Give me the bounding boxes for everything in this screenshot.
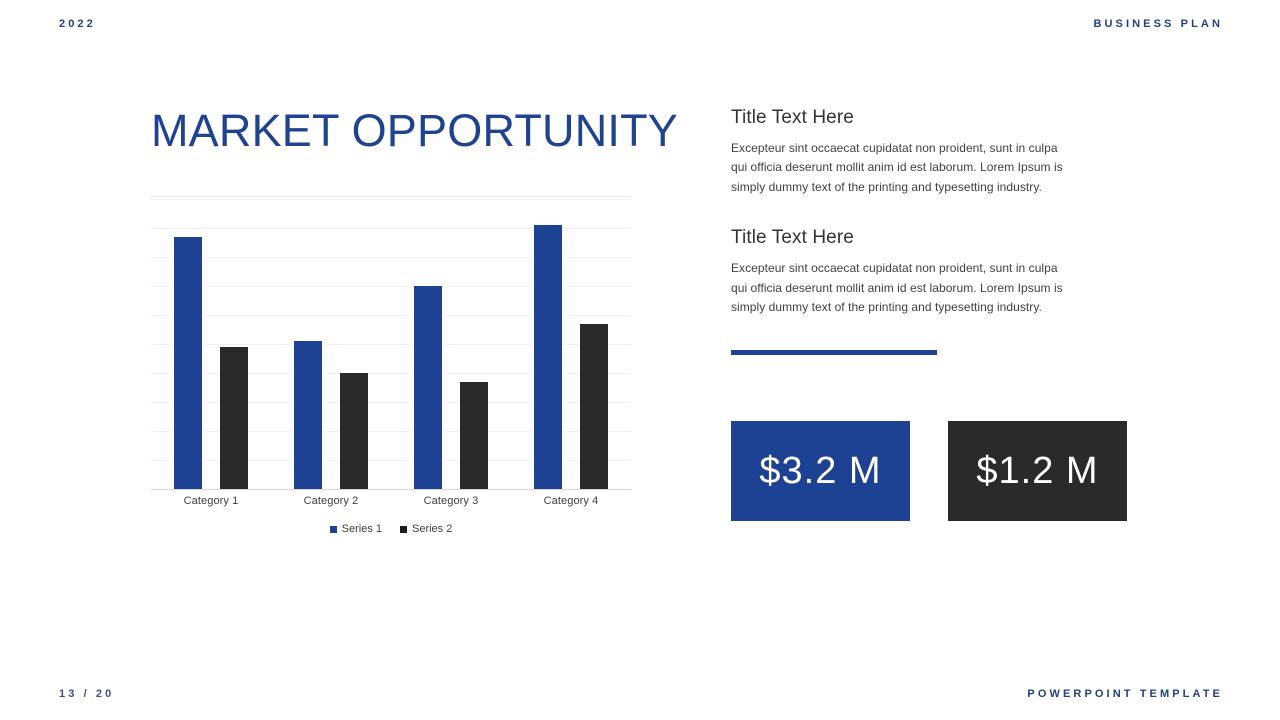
bar-2 <box>220 346 248 489</box>
stat-box: $3.2 M <box>731 421 910 521</box>
content-block-1: Title Text Here Excepteur sint occaecat … <box>731 107 1081 197</box>
legend-item: Series 2 <box>400 523 452 535</box>
bar-1 <box>174 236 202 489</box>
accent-divider <box>731 350 937 355</box>
content-block-2: Title Text Here Excepteur sint occaecat … <box>731 227 1081 317</box>
block-title: Title Text Here <box>731 107 854 128</box>
block-title: Title Text Here <box>731 227 854 249</box>
bar-1 <box>534 225 562 489</box>
legend-swatch-icon <box>329 525 337 533</box>
bar-2 <box>460 381 488 489</box>
footer-label: POWERPOINT TEMPLATE <box>1027 688 1223 700</box>
block-body: Excepteur sint occaecat cupidatat non pr… <box>731 141 1063 194</box>
category-label: Category 2 <box>303 495 359 507</box>
bar-1 <box>294 341 322 489</box>
gridline <box>151 489 631 490</box>
page-title: MARKET OPPORTUNITY <box>151 105 679 156</box>
legend-item: Series 1 <box>329 523 382 535</box>
header-label: BUSINESS PLAN <box>1093 18 1223 30</box>
legend-swatch-icon <box>400 525 407 533</box>
chart-legend: Series 1 Series 2 <box>151 523 631 535</box>
bar-1 <box>414 286 442 489</box>
category-label: Category 3 <box>423 495 479 507</box>
footer-page-number: 13 / 20 <box>59 688 115 700</box>
bar-group <box>511 199 631 489</box>
bar-2 <box>580 323 608 489</box>
chart-category-labels: Category 1 Category 2 Category 3 Category 4 <box>151 495 631 507</box>
category-label: Category 4 <box>543 495 599 507</box>
chart-plot-area <box>151 199 631 490</box>
bar-2 <box>340 373 368 489</box>
right-content-column: Title Text Here Excepteur sint occaecat … <box>731 107 1081 317</box>
category-label: Category 1 <box>183 495 239 507</box>
legend-label: Series 1 <box>341 523 382 535</box>
stat-boxes: $3.2 M $1.2 M <box>731 421 1127 521</box>
legend-label: Series 2 <box>412 523 453 535</box>
chart-bar-groups <box>151 199 631 489</box>
header-year: 2022 <box>59 18 96 30</box>
bar-chart: Category 1 Category 2 Category 3 Category 4… <box>151 199 631 544</box>
bar-group <box>271 199 391 489</box>
bar-group <box>151 199 271 489</box>
slide: 2022 BUSINESS PLAN MARKET OPPORTUNITY Ca… <box>0 0 1280 720</box>
bar-group <box>391 199 511 489</box>
block-body: Excepteur sint occaecat cupidatat non pr… <box>731 261 1063 315</box>
stat-box: $1.2 M <box>948 421 1127 521</box>
title-divider <box>151 196 631 197</box>
